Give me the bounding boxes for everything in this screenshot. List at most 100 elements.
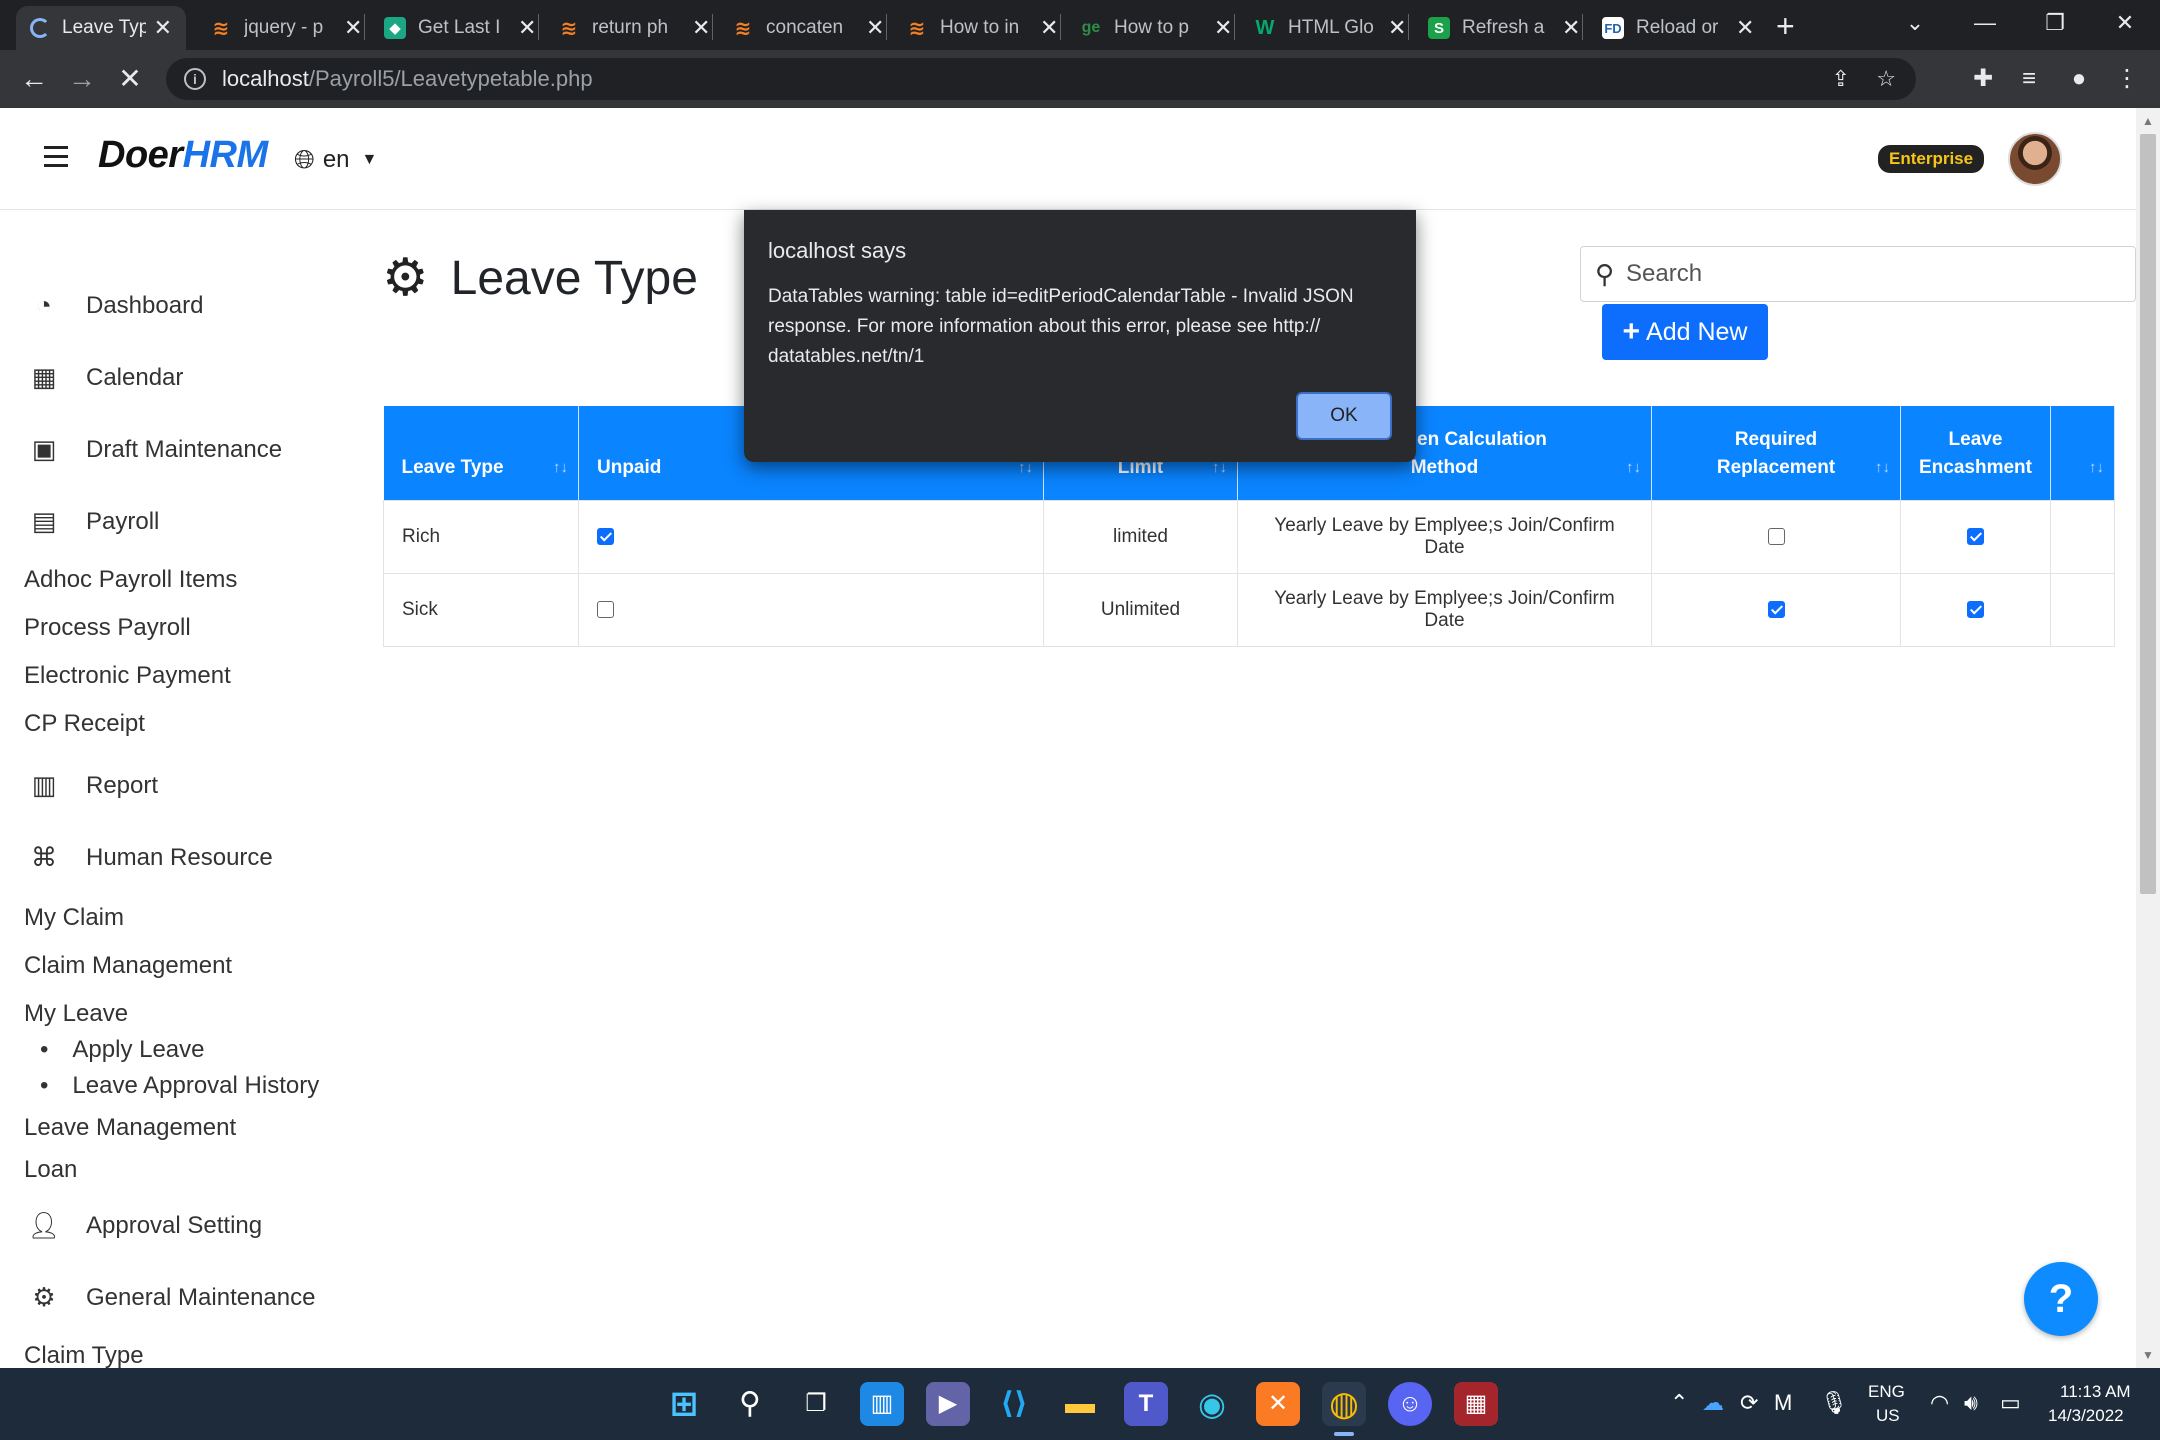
edge-icon[interactable]: ◉: [1190, 1382, 1234, 1426]
xampp-icon[interactable]: ✕: [1256, 1382, 1300, 1426]
tab-get-last[interactable]: ◆ Get Last I ✕: [370, 6, 550, 50]
sidebar-item-dashboard[interactable]: ◔ Dashboard: [24, 290, 203, 321]
tab-how-to-p[interactable]: ge How to p ✕: [1066, 6, 1246, 50]
close-icon[interactable]: ✕: [1388, 15, 1406, 41]
help-button[interactable]: ?: [2024, 1262, 2098, 1336]
restore-button[interactable]: ❐: [2020, 0, 2090, 50]
tab-search-icon[interactable]: ⌄: [1880, 0, 1950, 50]
tab-jquery[interactable]: ≋ jquery - p ✕: [196, 6, 376, 50]
volume-icon[interactable]: 🔊︎: [1964, 1390, 1978, 1416]
app-logo[interactable]: DoerHRM: [98, 134, 268, 177]
sidebar-item-my-claim[interactable]: My Claim: [24, 904, 124, 932]
clock-time[interactable]: 11:13 AM: [2060, 1382, 2131, 1402]
widgets-icon[interactable]: ▥: [860, 1382, 904, 1426]
col-leave-encashment[interactable]: Leave Encashment: [1900, 406, 2051, 500]
minimize-button[interactable]: —: [1950, 0, 2020, 50]
sidebar-item-cp-receipt[interactable]: CP Receipt: [24, 710, 145, 738]
ok-button[interactable]: OK: [1296, 392, 1392, 440]
scroll-down-icon[interactable]: ▼: [2142, 1348, 2154, 1362]
task-view-icon[interactable]: ❐: [794, 1382, 838, 1426]
add-new-button[interactable]: + Add New: [1602, 304, 1768, 360]
chevron-up-icon[interactable]: ⌃: [1670, 1390, 1688, 1416]
close-icon[interactable]: ✕: [1736, 15, 1754, 41]
close-icon[interactable]: ✕: [518, 15, 536, 41]
col-actions[interactable]: ↑↓: [2050, 406, 2115, 500]
sidebar-item-approval-setting[interactable]: 👤︎ Approval Setting: [24, 1210, 262, 1241]
close-icon[interactable]: ✕: [866, 15, 884, 41]
address-bar[interactable]: i localhost/Payroll5/Leavetypetable.php …: [166, 58, 1916, 100]
file-explorer-icon[interactable]: ▬: [1058, 1382, 1102, 1426]
share-icon[interactable]: ⇪: [1832, 66, 1850, 92]
scroll-thumb[interactable]: [2140, 134, 2156, 894]
tab-refresh[interactable]: S Refresh a ✕: [1414, 6, 1594, 50]
sidebar-item-apply-leave[interactable]: Apply Leave: [40, 1036, 204, 1064]
encash-checkbox[interactable]: [1966, 527, 1984, 545]
sidebar-item-payroll[interactable]: ▤ Payroll: [24, 506, 160, 537]
menu-icon[interactable]: ⋮: [2110, 64, 2144, 94]
chrome-icon[interactable]: ◍: [1322, 1382, 1366, 1436]
sync-icon[interactable]: ⟳: [1740, 1390, 1758, 1416]
close-icon[interactable]: ✕: [344, 15, 362, 41]
sidebar-item-report[interactable]: ▥ Report: [24, 770, 158, 801]
back-button[interactable]: ←: [14, 60, 54, 98]
close-icon[interactable]: ✕: [1214, 15, 1232, 41]
sidebar-item-adhoc[interactable]: Adhoc Payroll Items: [24, 566, 237, 594]
sidebar-item-loan[interactable]: Loan: [24, 1156, 77, 1184]
search-input[interactable]: [1626, 260, 2087, 288]
close-icon[interactable]: ✕: [1040, 15, 1058, 41]
tab-leave-type[interactable]: Leave Typ ✕: [16, 6, 186, 50]
discord-icon[interactable]: ☺: [1388, 1382, 1432, 1426]
language-indicator[interactable]: ENG: [1868, 1382, 1905, 1402]
table-row[interactable]: Rich limited Yearly Leave by Emplyee;s J…: [383, 499, 2115, 574]
search-icon[interactable]: ⚲: [728, 1382, 772, 1426]
sidebar-item-electronic-payment[interactable]: Electronic Payment: [24, 662, 231, 690]
table-row[interactable]: Sick Unlimited Yearly Leave by Emplyee;s…: [383, 572, 2115, 647]
hamburger-menu-icon[interactable]: [44, 146, 68, 168]
scroll-up-icon[interactable]: ▲: [2142, 114, 2154, 128]
close-window-button[interactable]: ✕: [2090, 0, 2160, 50]
info-icon[interactable]: i: [184, 68, 206, 90]
required-checkbox[interactable]: [1767, 527, 1785, 545]
media-queue-icon[interactable]: ≡: [2012, 64, 2046, 94]
tab-how-to-in[interactable]: ≋ How to in ✕: [892, 6, 1072, 50]
forward-button[interactable]: →: [62, 60, 102, 98]
sidebar-item-leave-approval-history[interactable]: Leave Approval History: [40, 1072, 319, 1100]
close-icon[interactable]: ✕: [692, 15, 710, 41]
user-avatar[interactable]: [2008, 132, 2062, 186]
winrar-icon[interactable]: ▦: [1454, 1382, 1498, 1426]
vscode-icon[interactable]: ⟨⟩: [992, 1382, 1036, 1426]
sidebar-item-draft[interactable]: ▣ Draft Maintenance: [24, 434, 282, 465]
tab-concatenate[interactable]: ≋ concaten ✕: [718, 6, 898, 50]
sidebar-item-claim-management[interactable]: Claim Management: [24, 952, 232, 980]
stop-button[interactable]: ✕: [110, 60, 150, 98]
tab-html-glo[interactable]: W HTML Glo ✕: [1240, 6, 1420, 50]
unpaid-checkbox[interactable]: [597, 600, 614, 618]
new-tab-button[interactable]: +: [1776, 6, 1795, 46]
sidebar-item-calendar[interactable]: ▦ Calendar: [24, 362, 184, 393]
tab-return-php[interactable]: ≋ return ph ✕: [544, 6, 724, 50]
microphone-icon[interactable]: 🎙︎: [1820, 1390, 1848, 1416]
sidebar-item-leave-management[interactable]: Leave Management: [24, 1114, 236, 1142]
sidebar-item-my-leave[interactable]: My Leave: [24, 1000, 128, 1028]
profile-icon[interactable]: ●: [2062, 64, 2096, 94]
sidebar-item-claim-type[interactable]: Claim Type: [24, 1342, 144, 1368]
sidebar-item-process-payroll[interactable]: Process Payroll: [24, 614, 191, 642]
unpaid-checkbox[interactable]: [597, 527, 614, 545]
page-scrollbar[interactable]: ▲ ▼: [2136, 108, 2160, 1368]
gmail-icon[interactable]: M: [1774, 1390, 1792, 1416]
sidebar-item-general-maintenance[interactable]: ⚙ General Maintenance: [24, 1282, 315, 1313]
search-box[interactable]: ⚲: [1580, 246, 2136, 302]
battery-icon[interactable]: ▭: [2000, 1390, 2021, 1416]
windows-start-icon[interactable]: ⊞: [662, 1382, 706, 1426]
teams-icon[interactable]: T: [1124, 1382, 1168, 1426]
wifi-icon[interactable]: ◠: [1930, 1390, 1949, 1416]
language-selector[interactable]: 🌐︎ en ▼: [294, 144, 377, 176]
tab-reload[interactable]: FD Reload or ✕: [1588, 6, 1768, 50]
chat-icon[interactable]: ▶: [926, 1382, 970, 1426]
encash-checkbox[interactable]: [1966, 600, 1984, 618]
extensions-icon[interactable]: ✚: [1966, 64, 2000, 94]
col-required-replacement[interactable]: Required Replacement ↑↓: [1651, 406, 1901, 500]
required-checkbox[interactable]: [1767, 600, 1785, 618]
col-leave-type[interactable]: Leave Type ↑↓: [383, 406, 579, 500]
close-icon[interactable]: ✕: [154, 15, 172, 41]
